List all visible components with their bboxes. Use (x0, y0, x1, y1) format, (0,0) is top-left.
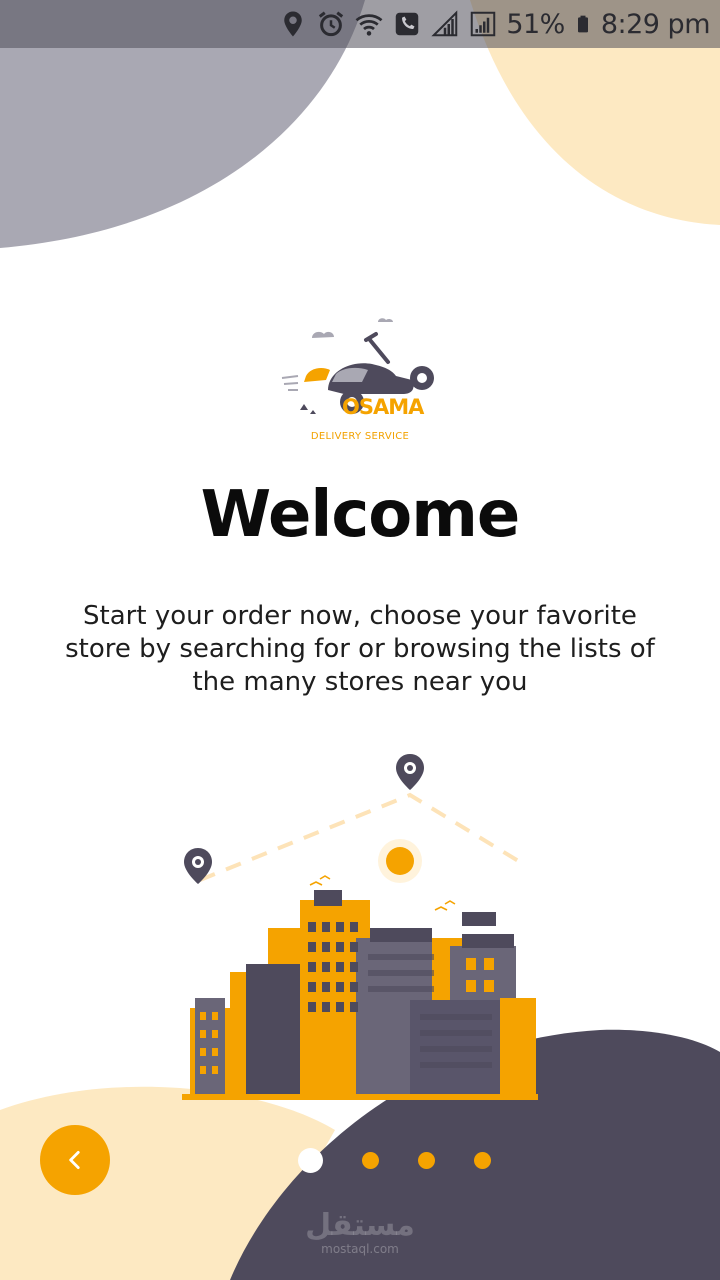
brand-logo: OSAMA DELIVERY SERVICE (270, 310, 450, 450)
location-icon (284, 11, 303, 37)
city-illustration (182, 754, 538, 1100)
signal-icon (471, 11, 496, 37)
call-icon (396, 12, 419, 36)
status-bar: 51% 8:29 pm (0, 0, 720, 48)
wifi-icon (355, 14, 383, 36)
back-button[interactable] (40, 1125, 110, 1195)
page-title: Welcome (200, 478, 521, 552)
watermark-arabic: مستقل (305, 1208, 415, 1243)
page-dot[interactable] (362, 1152, 379, 1169)
status-bar-indicators: 51% 8:29 pm (278, 0, 711, 48)
watermark: مستقل mostaql.com (300, 1208, 420, 1257)
onboarding-description: Start your order now, choose your favori… (65, 601, 655, 697)
map-pin-icon (396, 754, 424, 790)
alarm-icon (319, 11, 344, 37)
logo-brand-name: OSAMA (342, 395, 424, 419)
page-dot[interactable] (474, 1152, 491, 1169)
clock: 8:29 pm (600, 8, 711, 40)
page-dot-active[interactable] (298, 1148, 323, 1173)
battery-icon (577, 15, 588, 33)
chevron-left-icon (69, 1151, 80, 1169)
battery-percent: 51% (506, 8, 565, 40)
watermark-url: mostaql.com (321, 1242, 399, 1256)
logo-tagline: DELIVERY SERVICE (310, 431, 410, 442)
signal-icon (431, 10, 458, 37)
page-indicator (298, 1148, 498, 1174)
page-dot[interactable] (418, 1152, 435, 1169)
